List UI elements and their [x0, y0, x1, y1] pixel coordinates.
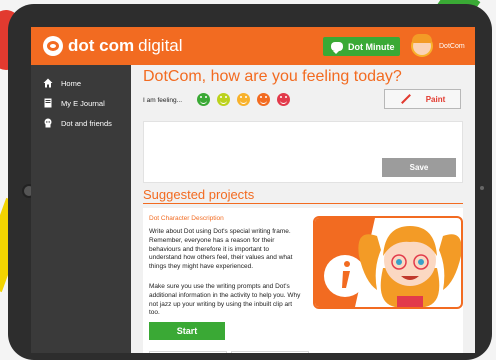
main-content: DotCom, how are you feeling today? I am …: [131, 65, 475, 353]
paint-label: Paint: [425, 94, 446, 104]
project-card: Dot Character Description Write about Do…: [143, 208, 463, 353]
sidebar-item-label: Dot and friends: [61, 118, 112, 128]
project-title: Dot Character Description: [149, 215, 224, 222]
sidebar-item-journal[interactable]: My E Journal: [43, 97, 131, 109]
logo-icon: [43, 36, 63, 56]
sidebar: Home My E Journal Dot and friends: [31, 65, 131, 353]
sidebar-item-friends[interactable]: Dot and friends: [43, 117, 131, 129]
mood-angry-icon[interactable]: [277, 93, 290, 106]
top-bar: dot com digital Dot Minute DotCom: [31, 27, 475, 65]
sidebar-item-label: My E Journal: [61, 98, 105, 108]
mood-very-happy-icon[interactable]: [197, 93, 210, 106]
avatar: [411, 34, 433, 57]
paint-button[interactable]: Paint: [384, 89, 461, 109]
sidebar-item-label: Home: [61, 78, 82, 88]
project-instructions: Make sure you use the writing prompts an…: [149, 283, 301, 317]
brand-digital-text: digital: [138, 36, 183, 55]
mood-neutral-icon[interactable]: [237, 93, 250, 106]
start-button[interactable]: Start: [149, 322, 225, 340]
dot-character-illustration: [313, 216, 463, 309]
feeling-text-area[interactable]: Save: [143, 121, 463, 183]
project-option-button[interactable]: [149, 351, 227, 353]
mood-sad-icon[interactable]: [257, 93, 270, 106]
feeling-label: I am feeling...: [143, 97, 183, 104]
friends-icon: [43, 118, 53, 128]
sidebar-item-home[interactable]: Home: [43, 77, 131, 89]
brand-dot-text: dot com: [68, 36, 135, 55]
home-icon: [43, 78, 53, 88]
page-title: DotCom, how are you feeling today?: [143, 68, 402, 85]
save-button[interactable]: Save: [382, 158, 456, 177]
dot-character-icon: [358, 226, 461, 307]
section-divider: [143, 203, 463, 204]
paintbrush-icon: [400, 94, 411, 104]
app-screen: dot com digital Dot Minute DotCom Home M…: [31, 27, 475, 353]
tablet-camera: [480, 186, 484, 190]
dot-minute-label: Dot Minute: [348, 41, 395, 52]
profile-name: DotCom: [439, 42, 465, 50]
project-description: Write about Dot using Dot's special writ…: [149, 228, 293, 271]
user-profile[interactable]: DotCom: [411, 32, 465, 60]
chat-bubble-icon: [331, 42, 343, 54]
mood-happy-icon[interactable]: [217, 93, 230, 106]
journal-icon: [43, 98, 53, 108]
suggested-projects-heading: Suggested projects: [143, 187, 255, 202]
info-icon: [324, 255, 366, 297]
start-label: Start: [176, 326, 198, 336]
brand-logo[interactable]: dot com digital: [43, 35, 183, 57]
project-option-button[interactable]: [231, 351, 309, 353]
dot-minute-button[interactable]: Dot Minute: [323, 37, 400, 56]
save-label: Save: [409, 163, 429, 172]
